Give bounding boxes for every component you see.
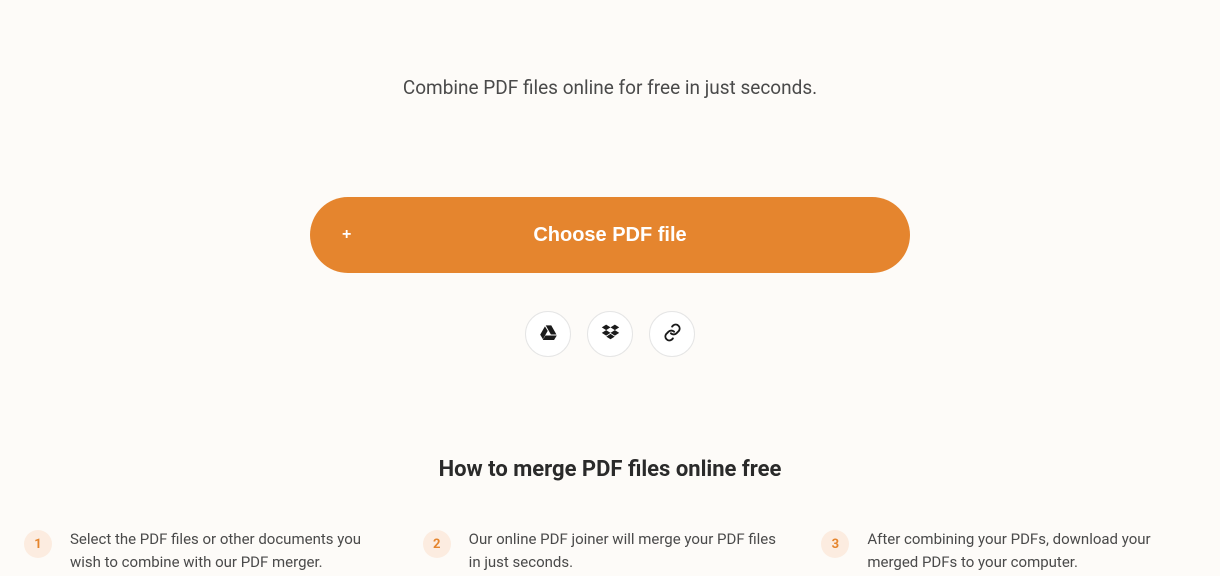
dropbox-button[interactable] [587, 311, 633, 357]
url-link-button[interactable] [649, 311, 695, 357]
plus-icon: + [342, 226, 351, 244]
step-3: 3 After combining your PDFs, download yo… [821, 528, 1196, 575]
step-text: Our online PDF joiner will merge your PD… [469, 528, 798, 575]
step-number: 3 [821, 530, 849, 558]
how-to-title: How to merge PDF files online free [439, 457, 782, 482]
main-container: Combine PDF files online for free in jus… [0, 0, 1220, 575]
choose-pdf-button[interactable]: + Choose PDF file [310, 197, 910, 273]
step-1: 1 Select the PDF files or other document… [24, 528, 399, 575]
step-text: After combining your PDFs, download your… [867, 528, 1196, 575]
link-icon [663, 323, 682, 345]
google-drive-button[interactable] [525, 311, 571, 357]
step-number: 1 [24, 530, 52, 558]
upload-source-row [525, 311, 695, 357]
step-text: Select the PDF files or other documents … [70, 528, 399, 575]
steps-row: 1 Select the PDF files or other document… [0, 528, 1220, 575]
step-2: 2 Our online PDF joiner will merge your … [423, 528, 798, 575]
google-drive-icon [539, 323, 558, 345]
step-number: 2 [423, 530, 451, 558]
dropbox-icon [601, 323, 620, 345]
choose-pdf-label: Choose PDF file [533, 224, 686, 247]
page-subtitle: Combine PDF files online for free in jus… [403, 76, 817, 99]
